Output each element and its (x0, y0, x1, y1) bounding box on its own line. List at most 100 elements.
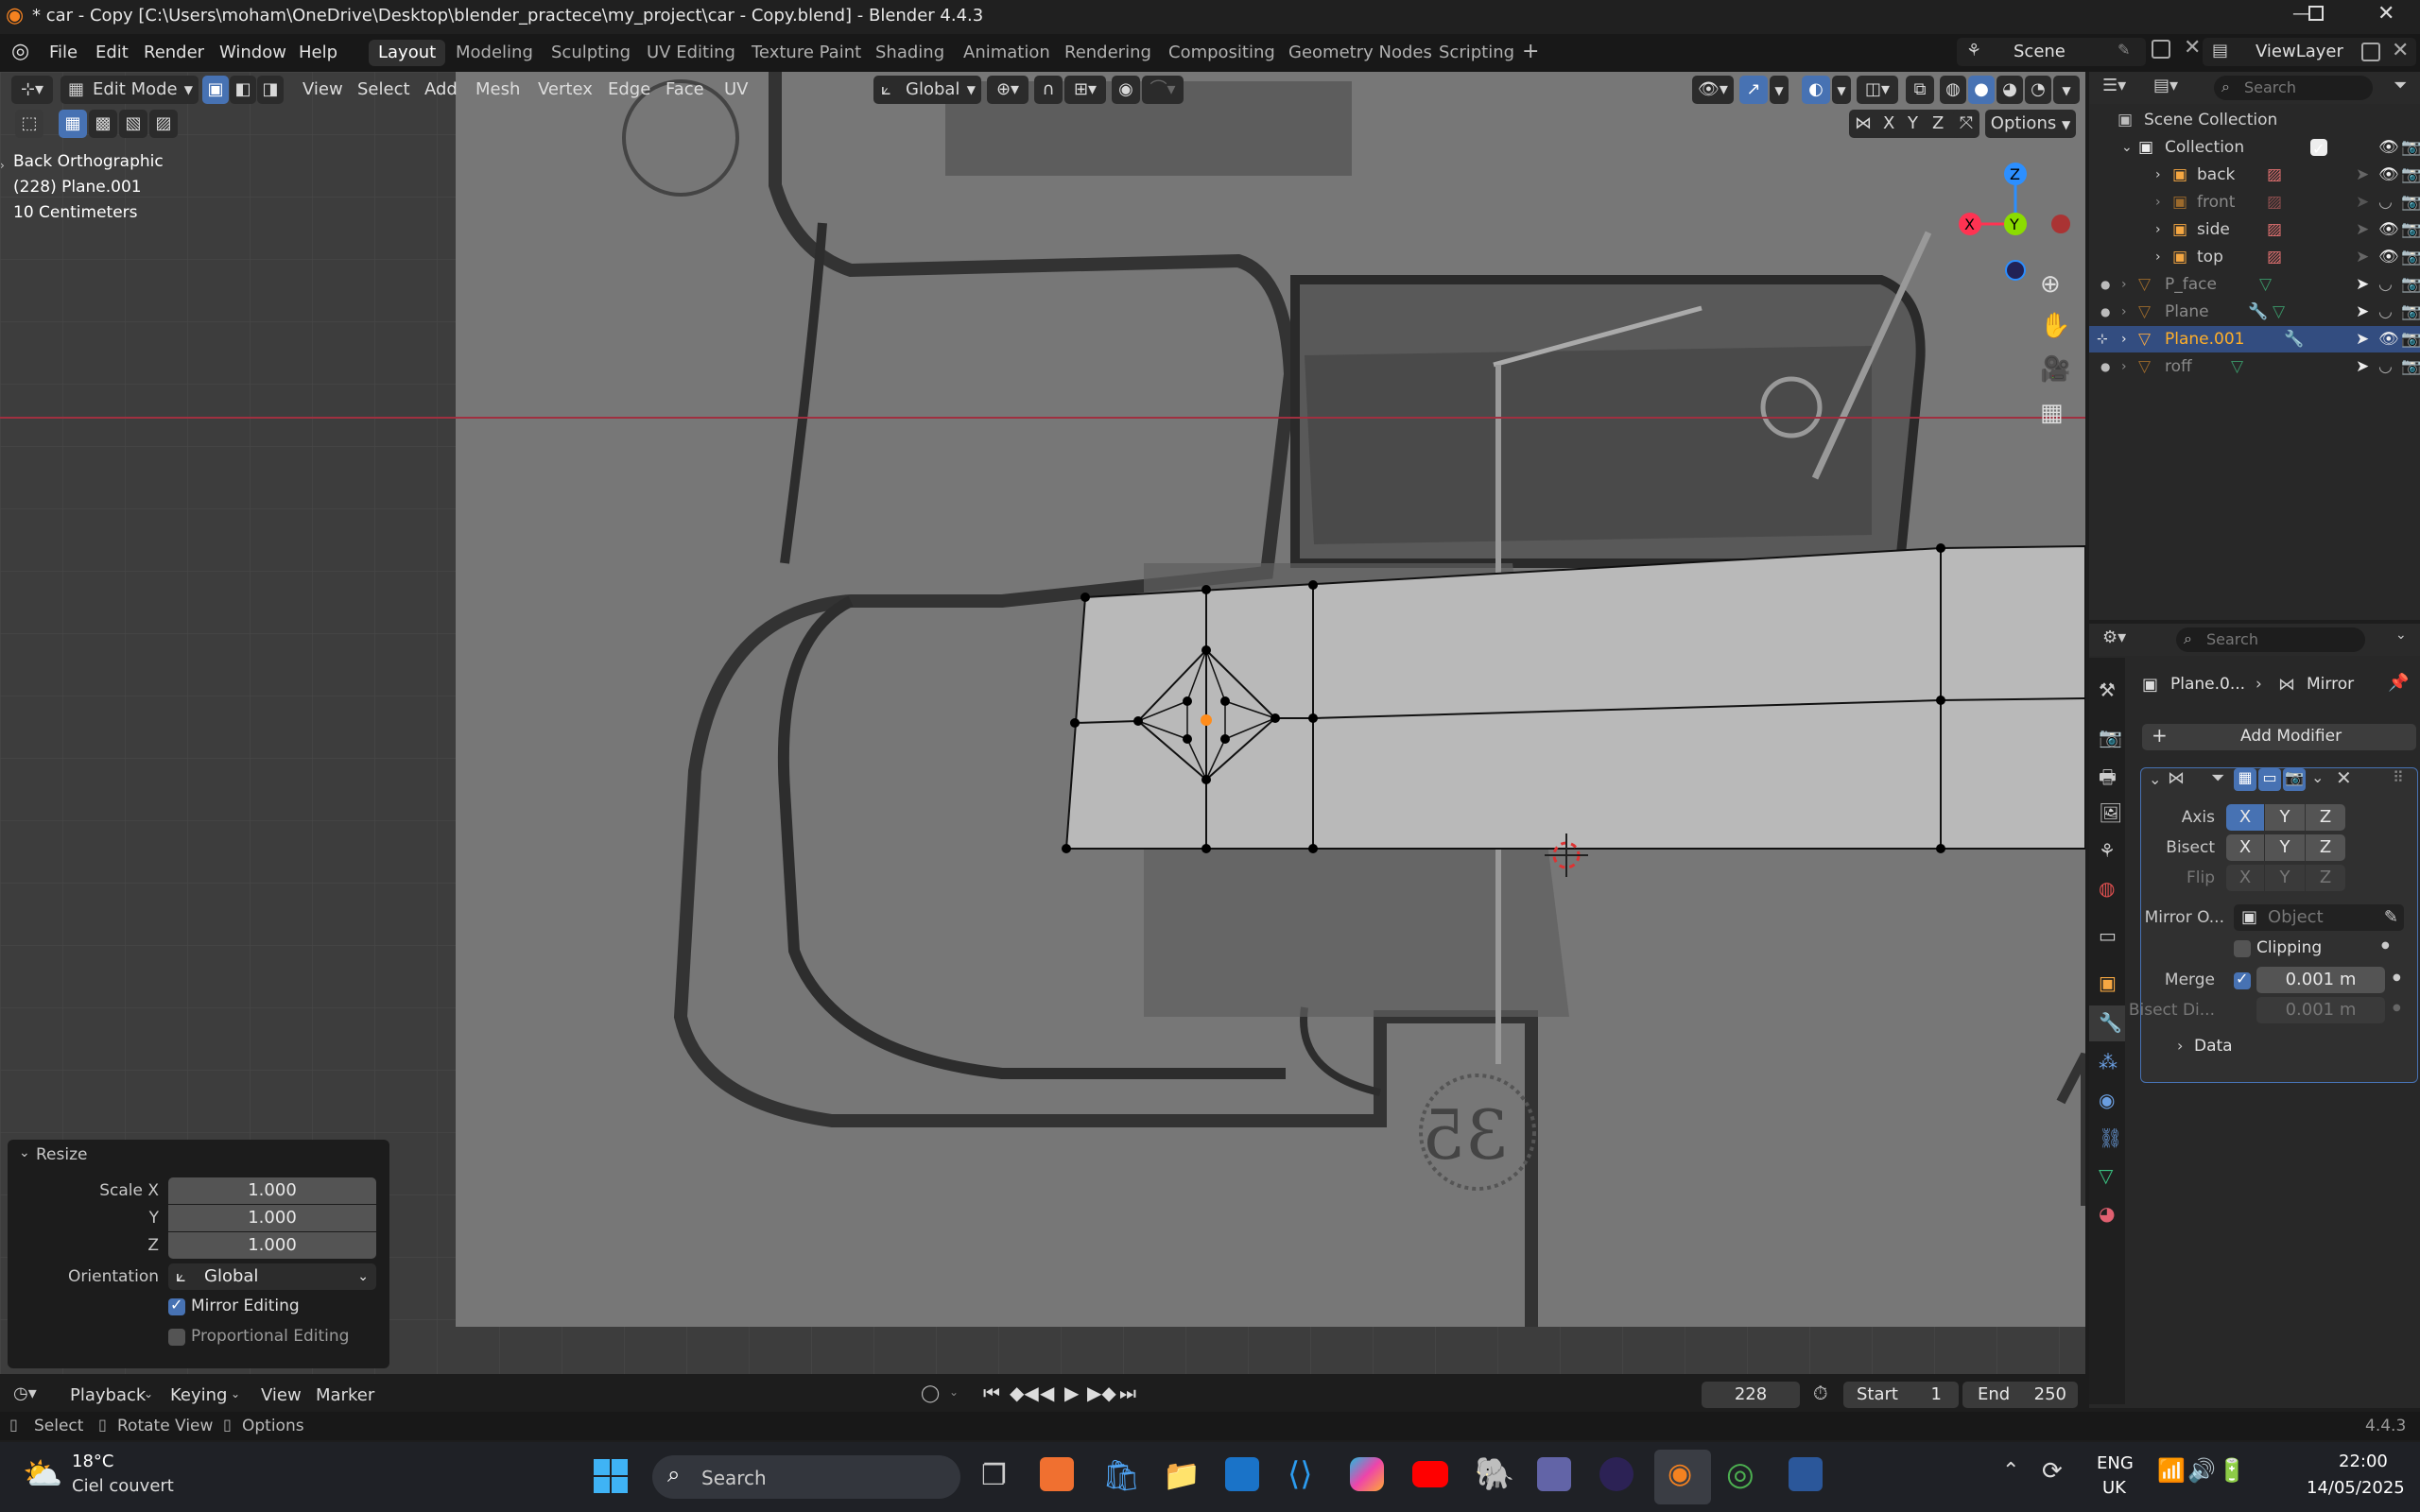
eyedropper-icon[interactable]: ✎ (2384, 904, 2398, 931)
orientation-dropdown[interactable]: ⟀ Global ⌄ (168, 1263, 376, 1290)
solid-shading[interactable]: ● (1968, 76, 1995, 104)
mesh-plane[interactable] (1062, 543, 2085, 853)
animate-property-dot-icon[interactable]: ● (2393, 1003, 2401, 1013)
camera-view-icon[interactable]: 🎥 (2040, 355, 2070, 384)
microsoft-365-icon[interactable] (1350, 1457, 1384, 1491)
flip-y-toggle[interactable]: Y (2265, 865, 2305, 891)
tab-scripting[interactable]: Scripting (1429, 40, 1524, 66)
display-mode-icon[interactable]: ▤▾ (2153, 76, 2178, 95)
collection-exclude-checkbox[interactable] (2310, 136, 2327, 163)
axis-x-toggle[interactable]: X (2226, 804, 2264, 831)
outliner-search[interactable]: ⌕ Search (2214, 76, 2373, 100)
render-camera-icon[interactable]: 📷 (2401, 326, 2420, 352)
blender-menu-icon[interactable]: ◎ (11, 40, 29, 63)
expand-arrow-icon[interactable]: › (2121, 271, 2127, 298)
edit-dot-icon[interactable]: ● (2100, 353, 2110, 380)
expand-arrow-icon[interactable]: › (2121, 353, 2127, 380)
scene-selector[interactable]: ⚘ Scene ✎ (1957, 38, 2146, 66)
physics-tab-icon[interactable]: ◉ (2099, 1089, 2115, 1111)
visibility-selectability-button[interactable]: 👁▾ (1692, 76, 1734, 104)
particles-tab-icon[interactable]: ⁂ (2099, 1051, 2118, 1074)
rendered-shading[interactable]: ◔ (2025, 76, 2051, 104)
tab-sculpting[interactable]: Sculpting (542, 40, 640, 66)
clipping-checkbox[interactable] (2234, 940, 2251, 957)
weather-cloud-icon[interactable]: ⛅ (23, 1455, 62, 1493)
visibility-eye-icon[interactable]: 👁 (2378, 326, 2399, 352)
outliner-row-collection[interactable]: ⌄ ▣ Collection 👁 📷 (2089, 134, 2420, 163)
drag-handle-icon[interactable]: ⠿ (2393, 768, 2404, 786)
merge-checkbox[interactable] (2234, 970, 2251, 989)
axis-y-toggle[interactable]: Y (2265, 804, 2305, 831)
output-tab-icon[interactable]: 🖶 (2099, 764, 2117, 796)
outlook-icon[interactable] (1225, 1457, 1259, 1491)
hidden-eye-icon[interactable]: ◡ (2378, 353, 2393, 380)
visibility-eye-icon[interactable]: 👁 (2378, 162, 2399, 188)
snap-target-button[interactable]: ⊞▾ (1064, 76, 1106, 104)
edit-dot-icon[interactable]: ● (2100, 299, 2110, 325)
chevron-down-icon[interactable]: ⌄ (949, 1385, 959, 1399)
render-camera-icon[interactable]: 📷 (2401, 189, 2420, 215)
volume-icon[interactable]: 🔊 (2187, 1457, 2216, 1484)
visibility-eye-icon[interactable]: 👁 (2378, 244, 2399, 270)
bisect-distance-field[interactable]: 0.001 m (2256, 997, 2385, 1023)
eclipse-icon[interactable] (1599, 1457, 1634, 1491)
expand-arrow-icon[interactable]: › (2155, 244, 2161, 270)
language-code[interactable]: ENG (2097, 1453, 2134, 1473)
chevron-down-icon[interactable]: ⌄ (19, 1145, 30, 1160)
filter-icon[interactable]: ⏷ (2394, 76, 2407, 95)
prev-keyframe-icon[interactable]: ◆◀ (1010, 1382, 1039, 1404)
render-camera-icon[interactable]: 📷 (2401, 162, 2420, 188)
file-explorer-icon[interactable]: 📁 (1163, 1457, 1201, 1493)
render-camera-icon[interactable]: 📷 (2401, 244, 2420, 270)
flip-x-toggle[interactable]: X (2226, 865, 2264, 891)
expand-arrow-icon[interactable]: ⌄ (2121, 134, 2133, 161)
shading-options[interactable]: ▼ (2053, 76, 2080, 104)
microsoft-store-icon[interactable]: 🛍 (1102, 1457, 1141, 1493)
wifi-icon[interactable]: 📶 (2157, 1457, 2186, 1484)
wireframe-shading[interactable]: ◍ (1940, 76, 1966, 104)
menu-face[interactable]: Face (666, 79, 704, 99)
view-layer-tab-icon[interactable]: 🖼 (2099, 801, 2122, 824)
jump-end-icon[interactable]: ⏭ (1119, 1382, 1136, 1404)
render-camera-icon[interactable]: 📷 (2401, 353, 2420, 380)
mirror-object-field[interactable]: ▣ Object ✎ (2234, 904, 2404, 931)
show-hidden-icons-chevron[interactable]: ⌃ (2002, 1459, 2019, 1483)
expand-arrow-icon[interactable]: › (2177, 1037, 2183, 1055)
close-button[interactable]: ✕ (2377, 2, 2394, 26)
task-view-icon[interactable]: ❐ (981, 1459, 1007, 1492)
app-launcher-icon[interactable] (1040, 1457, 1074, 1491)
mirror-editing-checkbox[interactable] (168, 1296, 185, 1315)
next-keyframe-icon[interactable]: ▶◆ (1087, 1382, 1116, 1404)
outliner-row-p-face[interactable]: ● › ▽ P_face ▽ ➤ ◡ 📷 (2089, 271, 2420, 298)
render-camera-icon[interactable]: 📷 (2401, 134, 2420, 161)
properties-search[interactable]: ⌕ Search (2176, 627, 2365, 652)
region-code[interactable]: UK (2102, 1478, 2126, 1498)
outliner-row-front[interactable]: › ▣ front ▨ ➤ ◡ 📷 (2089, 189, 2420, 215)
play-reverse-icon[interactable]: ◀ (1040, 1382, 1054, 1404)
timeline-editor-type-icon[interactable]: ◷▾ (13, 1383, 37, 1403)
battery-icon[interactable]: 🔋 (2218, 1457, 2246, 1484)
render-camera-icon[interactable]: 📷 (2401, 299, 2420, 325)
bisect-x-toggle[interactable]: X (2226, 834, 2264, 861)
taskbar-search[interactable]: ⌕ Search (652, 1455, 960, 1499)
animate-property-dot-icon[interactable]: ● (2393, 972, 2401, 983)
weather-temperature[interactable]: 18°C (72, 1452, 113, 1471)
menu-uv[interactable]: UV (724, 79, 749, 99)
outliner-row-top[interactable]: › ▣ top ▨ ➤ 👁 📷 (2089, 244, 2420, 270)
properties-editor-type-icon[interactable]: ⚙▾ (2102, 627, 2126, 647)
outliner-row-plane-001[interactable]: ⊹ › ▽ Plane.001 🔧 ➤ 👁 📷 (2089, 326, 2420, 352)
sync-icon[interactable]: ⟳ (2042, 1457, 2063, 1486)
transform-orientation[interactable]: ⟀ Global ▼ (873, 76, 981, 104)
expand-arrow-icon[interactable]: › (2155, 189, 2161, 215)
menu-mesh[interactable]: Mesh (475, 79, 520, 99)
xray-toggle[interactable]: ⧉ (1906, 76, 1934, 104)
scene-collection-row[interactable]: ▣ Scene Collection (2089, 107, 2420, 133)
tab-animation[interactable]: Animation (954, 40, 1060, 66)
tab-compositing[interactable]: Compositing (1159, 40, 1285, 66)
add-modifier-button[interactable]: + Add Modifier (2142, 724, 2416, 750)
vertex-group-funnel-icon[interactable]: ⏷ (2211, 768, 2224, 788)
tab-uv-editing[interactable]: UV Editing (637, 40, 745, 66)
play-icon[interactable]: ▶ (1064, 1382, 1079, 1404)
remove-modifier-icon[interactable]: ✕ (2336, 766, 2352, 789)
bisect-y-toggle[interactable]: Y (2265, 834, 2305, 861)
